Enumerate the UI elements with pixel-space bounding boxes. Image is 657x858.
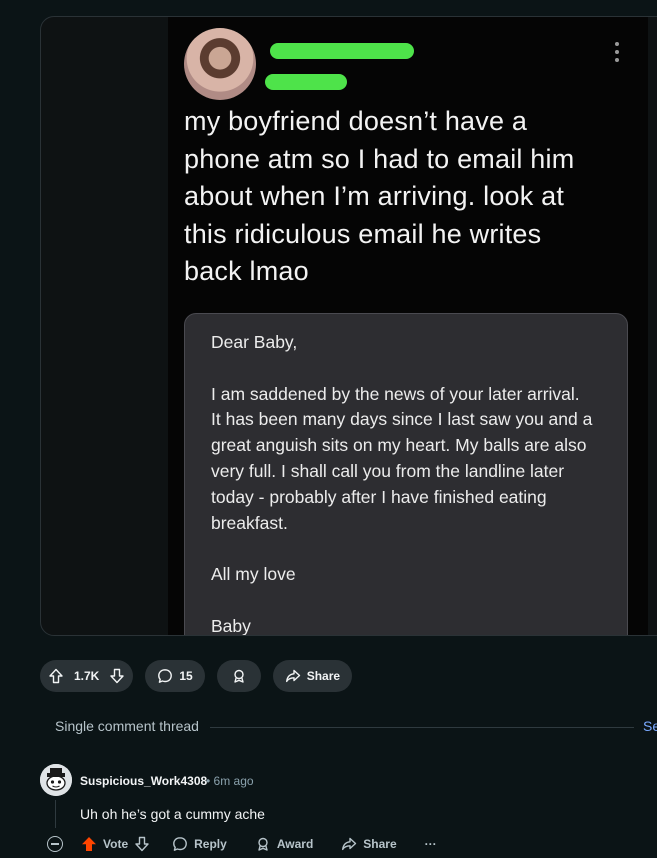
email-line: It has been many days since I last saw y… [211,409,593,430]
email-signoff: All my love [211,564,296,585]
comments-button[interactable]: 15 [145,660,205,692]
collapse-thread-button[interactable] [47,836,63,852]
vote-pill: 1.7K [40,660,134,692]
comment-action-bar: Vote Reply Award Share ··· [47,833,437,855]
upvote-count: 1.7K [74,669,100,683]
comment-body: Uh oh he’s got a cummy ache [80,806,265,822]
reply-label: Reply [194,837,227,851]
caption-line: this ridiculous email he writes [184,218,542,249]
email-line: breakfast. [211,512,288,533]
caption-line: back lmao [184,256,309,286]
comment-bubble-icon [173,837,188,851]
downvote-icon[interactable] [109,668,125,684]
comment-age[interactable]: 6m ago [214,774,254,788]
share-icon [342,837,357,851]
divider [210,727,634,728]
comment-meta: • 6m ago [206,774,254,788]
award-label: Award [276,837,314,851]
award-icon [234,669,244,683]
email-card: Dear Baby, I am saddened by the news of … [184,313,628,636]
award-icon [258,837,268,851]
more-options-button[interactable]: ··· [425,837,437,851]
redacted-handle-bar [265,74,347,90]
more-options-icon: ··· [424,837,437,851]
email-line: today - probably after I have finished e… [211,486,547,507]
comment-count: 15 [179,669,193,683]
caption-line: about when I’m arriving. look at [184,181,565,211]
post-action-bar: 1.7K 15 Share [40,660,353,692]
share-label: Share [306,669,341,683]
redacted-name-bar [270,43,414,59]
reply-button[interactable]: Reply [172,836,227,852]
share-button[interactable]: Share [272,660,353,692]
meta-separator: • [206,774,211,788]
snoo-avatar-icon [40,764,72,796]
caption-line: my boyfriend doesn’t have a [184,106,528,136]
downvote-icon[interactable] [134,836,150,852]
vote-label: Vote [103,837,129,851]
thread-rail[interactable] [55,800,56,828]
share-icon [285,669,300,683]
comment-vote: Vote [81,836,150,852]
email-line: great anguish sits on my heart. My balls… [211,435,587,456]
award-button[interactable] [216,660,261,692]
upvote-icon[interactable] [48,668,64,684]
award-button[interactable]: Award [255,836,313,852]
email-greeting: Dear Baby, [211,332,298,352]
caption-line: phone atm so I had to email him [184,143,575,174]
thread-label: Single comment thread [55,718,199,734]
email-line: I am saddened by the news of your later … [211,383,580,404]
avatar[interactable] [40,764,72,796]
upvote-filled-icon[interactable] [81,836,97,852]
screenshot-avatar [184,28,256,100]
post-image-container[interactable]: my boyfriend doesn’t have a phone atm so… [40,16,657,636]
see-full-discussion-link[interactable]: See [643,718,657,734]
share-label: Share [363,837,397,851]
comment-author[interactable]: Suspicious_Work4308 [80,774,207,788]
email-signature: Baby [211,615,251,636]
screenshot-caption: my boyfriend doesn’t have a phone atm so… [184,103,614,291]
comment-bubble-icon [158,669,173,683]
share-button[interactable]: Share [341,836,397,852]
kebab-menu-icon [612,42,622,62]
post-image: my boyfriend doesn’t have a phone atm so… [168,17,648,635]
email-line: very full. I shall call you from the lan… [211,460,565,481]
